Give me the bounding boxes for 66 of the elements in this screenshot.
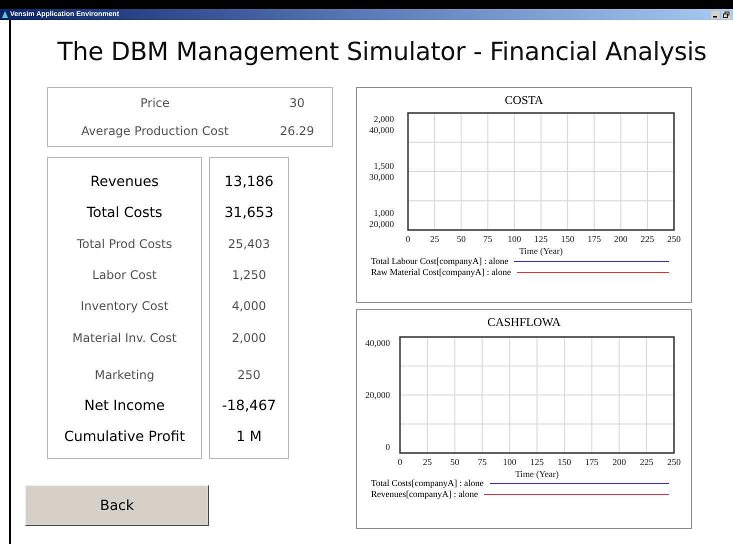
- y-tick-label: 1,500: [374, 161, 394, 171]
- chart-title: COSTA: [504, 93, 544, 107]
- x-tick-label: 150: [560, 234, 574, 244]
- x-tick-label: 250: [667, 457, 681, 467]
- x-tick-label: 100: [502, 457, 516, 467]
- result-label: Net Income: [83, 396, 166, 416]
- x-tick-label: 225: [640, 234, 654, 244]
- x-tick-label: 50: [456, 234, 466, 244]
- x-tick-label: 150: [558, 457, 572, 467]
- x-tick-label: 0: [398, 457, 402, 467]
- result-label: Inventory Cost: [80, 298, 170, 316]
- x-tick-label: 200: [614, 234, 628, 244]
- y-tick-label: 20,000: [369, 219, 394, 229]
- x-tick-label: 200: [612, 457, 626, 467]
- x-tick-label: 100: [508, 234, 522, 244]
- minimize-icon[interactable]: [711, 10, 720, 18]
- x-tick-label: 175: [587, 234, 601, 244]
- y-tick-label: 30,000: [369, 172, 394, 182]
- legend-label: Total Labour Cost[companyA] : alone: [371, 256, 508, 266]
- result-label: Labor Cost: [91, 267, 158, 284]
- result-value: -18,467: [220, 396, 278, 416]
- x-tick-label: 75: [478, 457, 487, 467]
- result-value: 1 M: [235, 428, 263, 447]
- x-tick-label: 25: [430, 234, 440, 244]
- y-tick-label: 0: [386, 442, 390, 452]
- x-tick-label: 250: [667, 234, 681, 244]
- x-tick-label: 125: [534, 234, 548, 244]
- x-tick-label: 50: [450, 457, 460, 467]
- result-value: 4,000: [230, 298, 268, 316]
- y-tick-label: 40,000: [369, 125, 394, 135]
- x-tick-label: 75: [483, 234, 492, 244]
- y-tick-label: 20,000: [365, 390, 390, 400]
- x-tick-label: 125: [530, 457, 544, 467]
- input-label: Average Production Cost: [80, 124, 230, 138]
- y-tick-label: 1,000: [374, 208, 394, 218]
- result-value: 1,250: [230, 267, 268, 284]
- result-value: 13,186: [224, 173, 274, 192]
- result-label: Total Costs: [86, 204, 164, 224]
- result-value: 250: [236, 366, 262, 384]
- legend-label: Total Costs[companyA] : alone: [371, 478, 484, 488]
- x-tick-label: 225: [640, 457, 654, 467]
- y-tick-label: 40,000: [365, 338, 390, 348]
- page-heading: The DBM Management Simulator - Financial Analysis: [56, 37, 707, 66]
- restore-icon[interactable]: [722, 10, 731, 18]
- x-axis-label: Time (Year): [519, 246, 563, 256]
- chart-title: CASHFLOWA: [487, 315, 561, 329]
- app-icon: [2, 11, 8, 18]
- result-label: Cumulative Profit: [63, 428, 186, 447]
- input-value: 26.29: [278, 124, 316, 138]
- x-tick-label: 175: [585, 457, 599, 467]
- y-tick-label: 2,000: [374, 114, 394, 124]
- result-value: 31,653: [224, 204, 274, 224]
- result-label: Revenues: [89, 173, 160, 192]
- back-button[interactable]: Back: [25, 485, 209, 526]
- result-label: Marketing: [94, 366, 156, 384]
- result-label: Total Prod Costs: [76, 236, 174, 254]
- result-value: 25,403: [227, 236, 271, 254]
- legend-label: Revenues[companyA] : alone: [371, 489, 478, 499]
- x-axis-label: Time (Year): [515, 469, 559, 479]
- result-value: 2,000: [230, 330, 268, 347]
- input-label: Price: [139, 96, 171, 110]
- legend-label: Raw Material Cost[companyA] : alone: [371, 267, 511, 277]
- x-tick-label: 25: [422, 457, 432, 467]
- result-label: Material Inv. Cost: [71, 330, 178, 347]
- input-value: 30: [288, 96, 306, 110]
- x-tick-label: 0: [406, 234, 410, 244]
